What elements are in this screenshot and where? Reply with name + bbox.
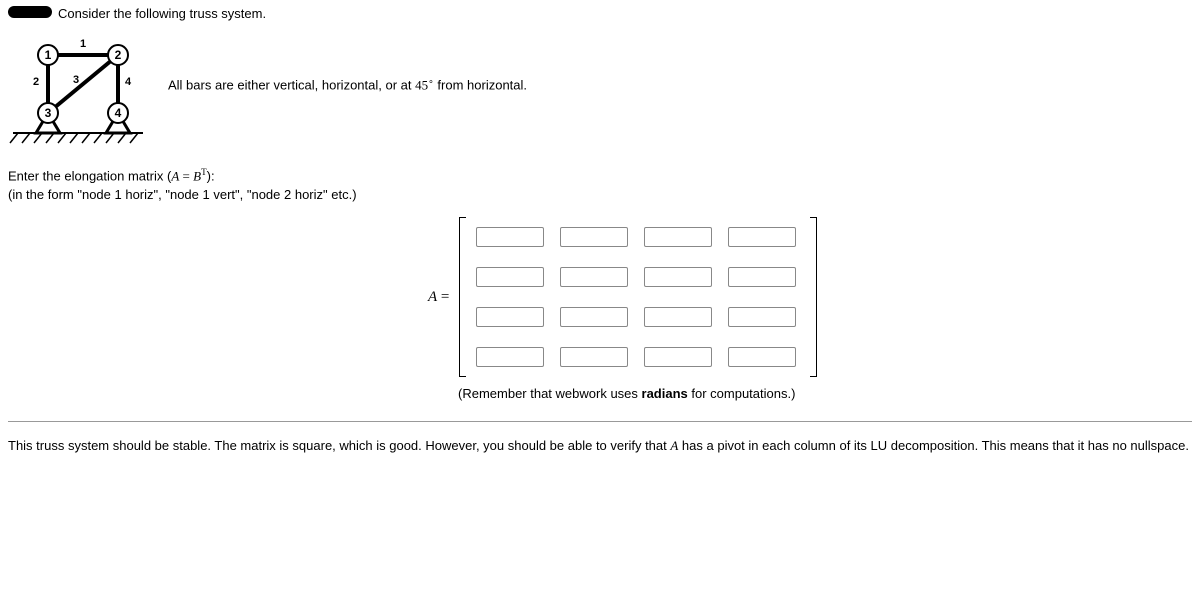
matrix-cell-1-2[interactable] — [560, 227, 628, 247]
prompt-eq: = — [179, 168, 193, 183]
matrix-label-A: A — [428, 289, 437, 305]
redacted-label — [8, 6, 52, 18]
intro-text: Consider the following truss system. — [58, 6, 266, 21]
matrix-cell-2-4[interactable] — [728, 267, 796, 287]
prompt-post: ): — [207, 168, 215, 183]
bar-label-3: 3 — [73, 74, 79, 86]
matrix-cell-1-3[interactable] — [644, 227, 712, 247]
bar-label-4: 4 — [125, 76, 132, 88]
node-label-2: 2 — [115, 48, 122, 62]
bracket-left — [459, 217, 466, 377]
matrix-cell-2-3[interactable] — [644, 267, 712, 287]
angle-description: All bars are either vertical, horizontal… — [168, 76, 527, 93]
bar-label-1: 1 — [80, 38, 86, 50]
angle-value: 45 — [415, 78, 428, 93]
bottom-pre: This truss system should be stable. The … — [8, 438, 670, 453]
matrix-cell-4-3[interactable] — [644, 347, 712, 367]
prompt-line-1: Enter the elongation matrix (A = BT): — [8, 163, 1192, 186]
matrix-cell-4-4[interactable] — [728, 347, 796, 367]
prompt-B: B — [193, 168, 201, 183]
matrix-label-eq: = — [437, 289, 449, 305]
matrix-cell-2-2[interactable] — [560, 267, 628, 287]
node-label-3: 3 — [45, 106, 52, 120]
angle-prefix: All bars are either vertical, horizontal… — [168, 78, 415, 93]
node-label-4: 4 — [115, 106, 122, 120]
reminder-bold: radians — [642, 386, 688, 401]
bracket-right — [810, 217, 817, 377]
node-label-1: 1 — [45, 48, 52, 62]
prompt-line-2: (in the form "node 1 horiz", "node 1 ver… — [8, 186, 1192, 204]
bottom-post: has a pivot in each column of its LU dec… — [678, 438, 1189, 453]
matrix-label: A = — [428, 288, 449, 306]
bottom-text: This truss system should be stable. The … — [8, 438, 1192, 454]
reminder-line: (Remember that webwork uses radians for … — [458, 386, 1192, 401]
bar-label-2: 2 — [33, 76, 39, 88]
header-row: Consider the following truss system. — [8, 6, 1192, 21]
truss-diagram: 1 2 3 4 1 2 3 4 — [8, 25, 148, 145]
matrix-cell-3-1[interactable] — [476, 307, 544, 327]
angle-suffix: from horizontal. — [434, 78, 527, 93]
matrix-cell-3-4[interactable] — [728, 307, 796, 327]
prompt-pre: Enter the elongation matrix ( — [8, 168, 171, 183]
matrix-cell-3-3[interactable] — [644, 307, 712, 327]
reminder-pre: (Remember that webwork uses — [458, 386, 642, 401]
matrix-cell-2-1[interactable] — [476, 267, 544, 287]
reminder-post: for computations.) — [688, 386, 796, 401]
diagram-row: 1 2 3 4 1 2 3 4 All bars are either vert… — [8, 25, 1192, 145]
matrix-cell-4-2[interactable] — [560, 347, 628, 367]
prompt-block: Enter the elongation matrix (A = BT): (i… — [8, 163, 1192, 204]
matrix-cell-4-1[interactable] — [476, 347, 544, 367]
matrix-area: A = — [428, 214, 1192, 380]
matrix-cell-1-4[interactable] — [728, 227, 796, 247]
matrix-grid — [466, 214, 810, 380]
separator — [8, 421, 1192, 422]
matrix-cell-1-1[interactable] — [476, 227, 544, 247]
matrix-cell-3-2[interactable] — [560, 307, 628, 327]
